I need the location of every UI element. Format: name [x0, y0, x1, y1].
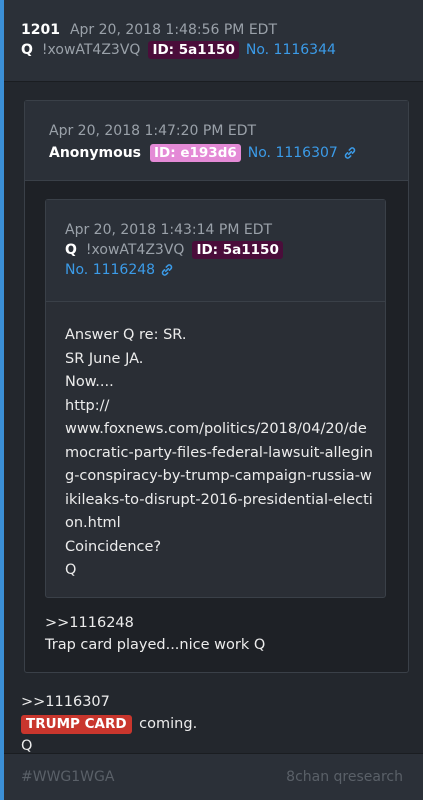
nested-post-line: Answer Q re: SR.	[65, 327, 187, 343]
quoted-post-body: Apr 20, 2018 1:43:14 PM EDT Q !xowAT4Z3V…	[25, 181, 408, 672]
nested-post-line: Coincidence?	[65, 538, 162, 555]
nested-post-line: SR June JA.	[65, 350, 144, 367]
post-number-link[interactable]: No. 1116344	[246, 42, 336, 58]
quoted-post: Apr 20, 2018 1:47:20 PM EDT Anonymous ID…	[24, 100, 409, 673]
quote-reference[interactable]: >>1116248	[45, 612, 408, 634]
quoted-post-header: Apr 20, 2018 1:47:20 PM EDT Anonymous ID…	[25, 101, 408, 181]
quoted-post-date: Apr 20, 2018 1:47:20 PM EDT	[49, 123, 257, 139]
nested-post-date: Apr 20, 2018 1:43:14 PM EDT	[65, 222, 273, 238]
post-tripcode: !xowAT4Z3VQ	[41, 42, 141, 58]
trump-card-badge: TRUMP CARD	[21, 714, 132, 734]
post-date: Apr 20, 2018 1:48:56 PM EDT	[69, 22, 278, 38]
post-line: TRUMP CARD coming.	[21, 713, 423, 735]
post-line-rest: coming.	[134, 715, 198, 732]
nested-post-line: Q	[65, 562, 77, 578]
nested-post-line: Now....	[65, 374, 114, 390]
nested-post-line: http://	[65, 397, 110, 414]
nested-post-header: Apr 20, 2018 1:43:14 PM EDT Q !xowAT4Z3V…	[46, 200, 385, 302]
quoted-post-author: Anonymous	[49, 145, 142, 161]
quoted-poster-id-badge[interactable]: ID: e193d6	[150, 144, 241, 162]
quote-reference[interactable]: >>1116307	[21, 691, 423, 713]
post-header: 1201 Apr 20, 2018 1:48:56 PM EDT Q !xowA…	[4, 0, 423, 82]
q-post: 1201 Apr 20, 2018 1:48:56 PM EDT Q !xowA…	[0, 0, 423, 800]
quoted-post-number-link[interactable]: No. 1116307	[248, 145, 338, 161]
quoted-post-text: >>1116248 Trap card played...nice work Q	[45, 598, 408, 672]
quoted-post-line: Trap card played...nice work Q	[45, 636, 266, 653]
link-icon[interactable]	[343, 146, 357, 160]
link-icon[interactable]	[160, 263, 174, 277]
nested-post-url[interactable]: www.foxnews.com/politics/2018/04/20/demo…	[65, 418, 373, 536]
post-counter: 1201	[21, 22, 60, 38]
nested-post-author: Q	[65, 242, 77, 258]
nested-post-tripcode: !xowAT4Z3VQ	[85, 242, 185, 258]
poster-id-badge[interactable]: ID: 5a1150	[148, 41, 239, 59]
nested-post-text: Answer Q re: SR. SR June JA. Now.... htt…	[46, 302, 385, 597]
nested-quoted-post: Apr 20, 2018 1:43:14 PM EDT Q !xowAT4Z3V…	[45, 199, 386, 598]
post-footer: #WWG1WGA 8chan qresearch	[4, 753, 423, 800]
hashtag-label: #WWG1WGA	[21, 769, 115, 785]
post-body: Apr 20, 2018 1:47:20 PM EDT Anonymous ID…	[4, 82, 423, 673]
post-text: >>1116307 TRUMP CARD coming. Q	[4, 673, 423, 757]
nested-poster-id-badge[interactable]: ID: 5a1150	[192, 241, 283, 259]
post-author: Q	[21, 42, 33, 58]
source-label: 8chan qresearch	[286, 769, 403, 785]
nested-post-number-link[interactable]: No. 1116248	[65, 262, 155, 278]
